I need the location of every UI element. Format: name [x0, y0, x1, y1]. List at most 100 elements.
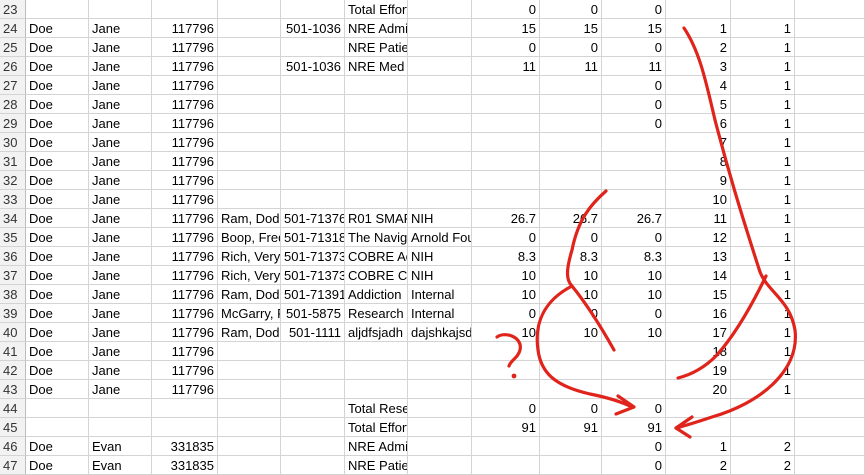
cell-m[interactable]: [795, 152, 865, 171]
cell-a[interactable]: Doe: [26, 133, 89, 152]
cell-i[interactable]: 0: [540, 0, 602, 19]
cell-g[interactable]: [408, 95, 472, 114]
cell-i[interactable]: 11: [540, 57, 602, 76]
cell-i[interactable]: 10: [540, 266, 602, 285]
cell-a[interactable]: [26, 418, 89, 437]
cell-c[interactable]: 117796: [152, 266, 218, 285]
cell-b[interactable]: Jane: [89, 247, 152, 266]
cell-c[interactable]: [152, 0, 218, 19]
cell-h[interactable]: [472, 76, 540, 95]
cell-c[interactable]: 117796: [152, 76, 218, 95]
cell-c[interactable]: 117796: [152, 171, 218, 190]
cell-h[interactable]: 26.7: [472, 209, 540, 228]
cell-f[interactable]: Research I: [345, 304, 408, 323]
cell-c[interactable]: [152, 418, 218, 437]
cell-c[interactable]: 331835: [152, 456, 218, 475]
cell-g[interactable]: [408, 399, 472, 418]
cell-f[interactable]: NRE Patient Care: [345, 38, 408, 57]
cell-e[interactable]: [281, 418, 345, 437]
cell-a[interactable]: Doe: [26, 342, 89, 361]
cell-d[interactable]: [218, 418, 281, 437]
cell-l[interactable]: 1: [731, 95, 795, 114]
cell-m[interactable]: [795, 456, 865, 475]
cell-e[interactable]: [281, 190, 345, 209]
cell-d[interactable]: Ram, Dodge: [218, 209, 281, 228]
cell-h[interactable]: [472, 95, 540, 114]
cell-f[interactable]: [345, 95, 408, 114]
cell-b[interactable]: Jane: [89, 152, 152, 171]
cell-h[interactable]: [472, 361, 540, 380]
cell-g[interactable]: [408, 418, 472, 437]
cell-m[interactable]: [795, 380, 865, 399]
cell-f[interactable]: [345, 133, 408, 152]
cell-l[interactable]: 1: [731, 171, 795, 190]
row-header[interactable]: 23: [0, 0, 26, 19]
cell-m[interactable]: [795, 114, 865, 133]
row-header[interactable]: 45: [0, 418, 26, 437]
cell-i[interactable]: [540, 361, 602, 380]
cell-l[interactable]: [731, 418, 795, 437]
cell-g[interactable]: [408, 171, 472, 190]
cell-b[interactable]: Jane: [89, 114, 152, 133]
cell-h[interactable]: 0: [472, 399, 540, 418]
cell-i[interactable]: 0: [540, 399, 602, 418]
cell-f[interactable]: [345, 171, 408, 190]
cell-m[interactable]: [795, 76, 865, 95]
cell-l[interactable]: 1: [731, 190, 795, 209]
cell-k[interactable]: 13: [666, 247, 731, 266]
row-header[interactable]: 26: [0, 57, 26, 76]
cell-b[interactable]: [89, 0, 152, 19]
cell-c[interactable]: 117796: [152, 304, 218, 323]
row-header[interactable]: 38: [0, 285, 26, 304]
cell-b[interactable]: [89, 399, 152, 418]
cell-c[interactable]: 117796: [152, 342, 218, 361]
cell-g[interactable]: [408, 57, 472, 76]
cell-b[interactable]: Jane: [89, 342, 152, 361]
cell-e[interactable]: [281, 171, 345, 190]
cell-k[interactable]: [666, 418, 731, 437]
cell-g[interactable]: [408, 19, 472, 38]
cell-a[interactable]: Doe: [26, 437, 89, 456]
cell-l[interactable]: 1: [731, 323, 795, 342]
cell-k[interactable]: 12: [666, 228, 731, 247]
cell-g[interactable]: [408, 114, 472, 133]
cell-l[interactable]: 1: [731, 228, 795, 247]
cell-f[interactable]: [345, 76, 408, 95]
row-header[interactable]: 29: [0, 114, 26, 133]
cell-k[interactable]: 14: [666, 266, 731, 285]
cell-a[interactable]: Doe: [26, 380, 89, 399]
cell-j[interactable]: 0: [602, 114, 666, 133]
cell-k[interactable]: 8: [666, 152, 731, 171]
row-header[interactable]: 25: [0, 38, 26, 57]
cell-h[interactable]: 0: [472, 0, 540, 19]
row-header[interactable]: 35: [0, 228, 26, 247]
cell-g[interactable]: [408, 133, 472, 152]
cell-j[interactable]: 10: [602, 285, 666, 304]
cell-k[interactable]: 1: [666, 19, 731, 38]
cell-a[interactable]: Doe: [26, 247, 89, 266]
cell-d[interactable]: Ram, Dodge: [218, 323, 281, 342]
row-header[interactable]: 41: [0, 342, 26, 361]
cell-i[interactable]: 10: [540, 323, 602, 342]
cell-a[interactable]: Doe: [26, 57, 89, 76]
cell-i[interactable]: [540, 95, 602, 114]
cell-j[interactable]: 26.7: [602, 209, 666, 228]
cell-k[interactable]: 16: [666, 304, 731, 323]
cell-h[interactable]: [472, 342, 540, 361]
cell-f[interactable]: Total Effort: [345, 0, 408, 19]
cell-d[interactable]: [218, 95, 281, 114]
cell-m[interactable]: [795, 323, 865, 342]
cell-e[interactable]: 501-71318: [281, 228, 345, 247]
cell-f[interactable]: NRE Patient Care: [345, 456, 408, 475]
cell-j[interactable]: [602, 380, 666, 399]
row-header[interactable]: 47: [0, 456, 26, 475]
cell-k[interactable]: 11: [666, 209, 731, 228]
cell-e[interactable]: 501-1111: [281, 323, 345, 342]
cell-l[interactable]: 1: [731, 19, 795, 38]
cell-c[interactable]: 117796: [152, 152, 218, 171]
cell-d[interactable]: [218, 57, 281, 76]
cell-e[interactable]: 501-1036: [281, 57, 345, 76]
cell-i[interactable]: [540, 76, 602, 95]
cell-h[interactable]: [472, 380, 540, 399]
cell-a[interactable]: Doe: [26, 171, 89, 190]
